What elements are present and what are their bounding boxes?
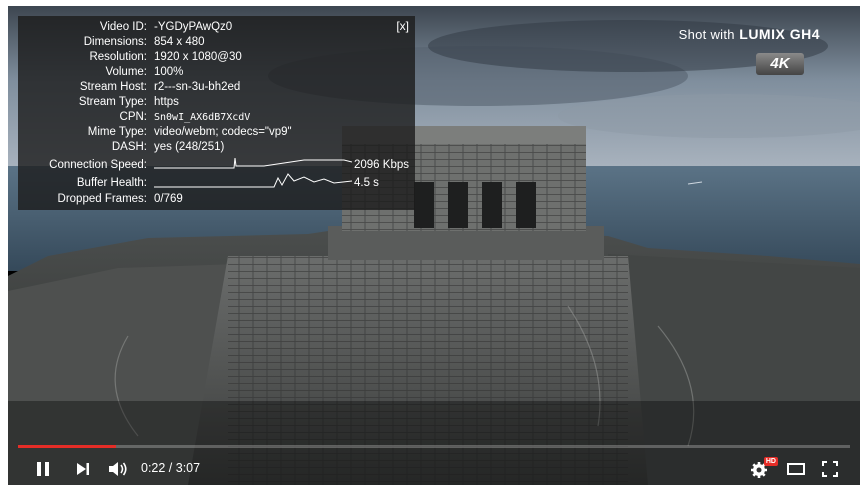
stats-close-button[interactable]: [x] xyxy=(396,19,409,33)
stat-value: 854 x 480 xyxy=(154,36,205,48)
progress-bar[interactable] xyxy=(18,445,850,448)
stat-label: Stream Type: xyxy=(78,96,147,108)
pause-button[interactable] xyxy=(30,452,56,485)
stats-for-nerds-panel: [x] Video ID: -YGDyPAwQz0 Dimensions: 85… xyxy=(18,16,415,210)
time-display: 0:22 / 3:07 xyxy=(141,461,201,475)
volume-icon xyxy=(109,461,127,476)
volume-button[interactable] xyxy=(106,452,130,485)
pause-icon xyxy=(37,461,49,476)
stat-value: https xyxy=(154,96,179,108)
stat-label: CPN: xyxy=(119,111,147,123)
stat-value: 4.5 s xyxy=(354,177,379,189)
theater-icon xyxy=(787,462,805,475)
buffer-health-graph xyxy=(154,173,352,188)
next-icon xyxy=(77,462,89,475)
stat-label: Connection Speed: xyxy=(49,159,147,171)
stat-value: -YGDyPAwQz0 xyxy=(154,21,233,33)
stat-value: Sn0wI_AX6dB7XcdV xyxy=(154,112,251,123)
stat-label: Stream Host: xyxy=(79,81,147,93)
video-player[interactable]: [x] Video ID: -YGDyPAwQz0 Dimensions: 85… xyxy=(8,6,860,485)
stat-value: 0/769 xyxy=(154,193,183,205)
connection-speed-graph xyxy=(154,157,352,169)
next-button[interactable] xyxy=(72,452,94,485)
watermark-brand: LUMIX GH4 xyxy=(739,26,820,42)
stat-row-buffer-health: Buffer Health: 4.5 s xyxy=(18,173,415,191)
stat-label: Dropped Frames: xyxy=(57,193,147,205)
stat-label: Resolution: xyxy=(89,51,147,63)
watermark-prefix: Shot with xyxy=(678,27,735,42)
stat-value: 100% xyxy=(154,66,184,78)
stat-value: yes (248/251) xyxy=(154,141,225,153)
stat-label: DASH: xyxy=(111,141,147,153)
progress-played xyxy=(18,445,117,448)
player-controls: 0:22 / 3:07 HD xyxy=(8,452,860,485)
stat-label: Volume: xyxy=(105,66,147,78)
stat-value: 2096 Kbps xyxy=(354,159,409,171)
4k-badge: 4K xyxy=(756,53,804,75)
stat-label: Buffer Health: xyxy=(76,177,147,189)
stat-value: 1920 x 1080@30 xyxy=(154,51,242,63)
fullscreen-icon xyxy=(822,460,838,477)
stat-label: Mime Type: xyxy=(87,126,147,138)
theater-mode-button[interactable] xyxy=(784,452,808,485)
stat-label: Video ID: xyxy=(99,21,147,33)
fullscreen-button[interactable] xyxy=(818,452,842,485)
stat-value: r2---sn-3u-bh2ed xyxy=(154,81,241,93)
camera-watermark: Shot with LUMIX GH4 xyxy=(640,26,820,44)
stat-value: video/webm; codecs="vp9" xyxy=(154,126,292,138)
stat-row-connection-speed: Connection Speed: 2096 Kbps xyxy=(18,157,415,173)
stat-label: Dimensions: xyxy=(83,36,147,48)
hd-badge: HD xyxy=(763,457,778,466)
settings-button[interactable]: HD xyxy=(748,452,778,485)
